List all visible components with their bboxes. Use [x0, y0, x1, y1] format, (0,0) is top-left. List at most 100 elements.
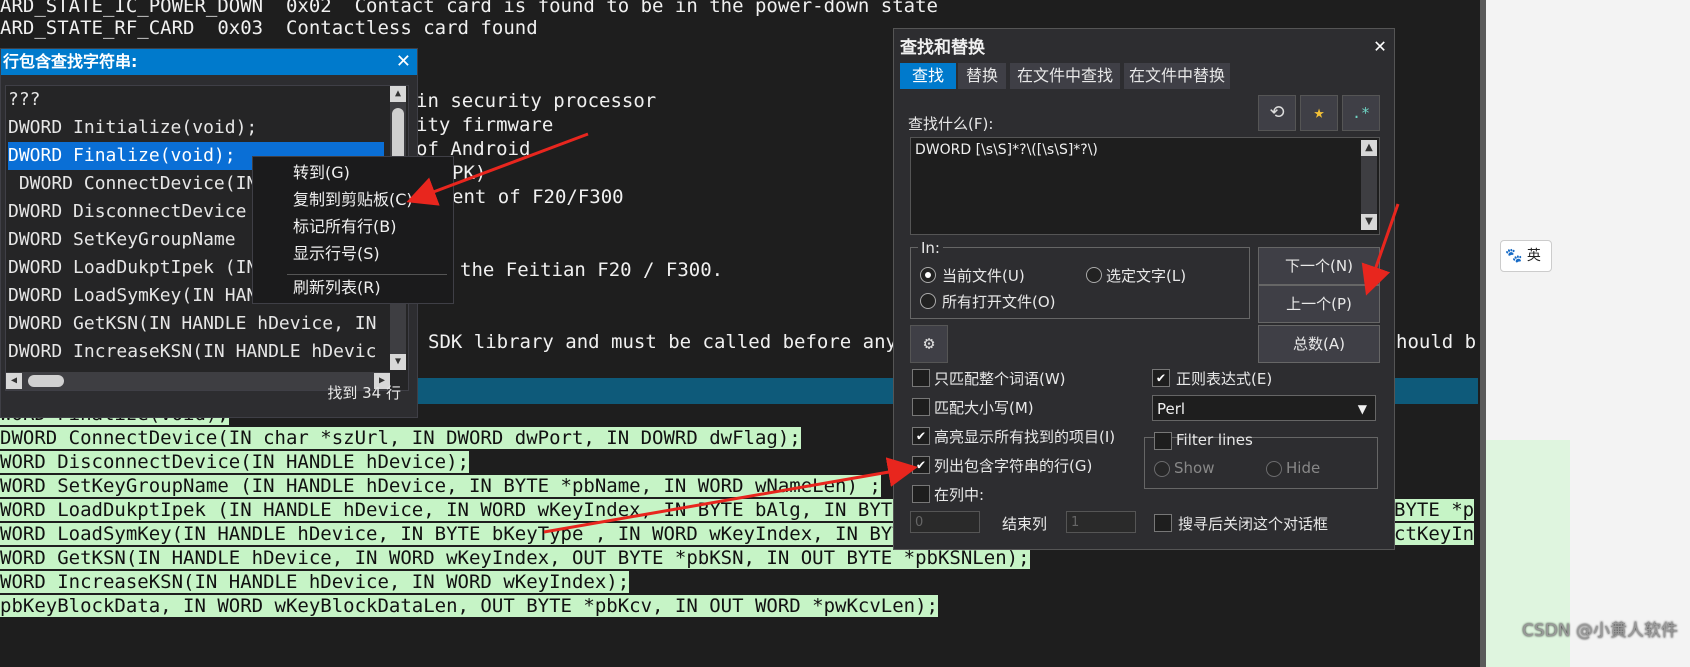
- highlight-all-label: 高亮显示所有找到的项目(I): [934, 428, 1116, 446]
- all-open-files-label: 所有打开文件(O): [942, 293, 1056, 311]
- history-icon[interactable]: ⟲: [1258, 95, 1296, 131]
- list-item[interactable]: DWORD DisconnectDevice: [8, 198, 246, 226]
- scroll-left-icon[interactable]: ◀: [6, 373, 22, 389]
- close-icon[interactable]: ✕: [1374, 33, 1386, 57]
- code-line: PK): [452, 162, 487, 184]
- close-icon[interactable]: ✕: [396, 49, 411, 75]
- ime-indicator[interactable]: 🐾 英: [1500, 240, 1552, 272]
- whole-word-label: 只匹配整个词语(W): [934, 370, 1066, 388]
- find-next-button[interactable]: 下一个(N): [1258, 247, 1380, 285]
- filter-hide-radio[interactable]: [1266, 461, 1282, 477]
- gear-icon[interactable]: ⚙: [910, 325, 948, 363]
- document-minimap[interactable]: [1480, 0, 1690, 667]
- list-item[interactable]: ???: [8, 86, 41, 114]
- highlighted-match: WORD LoadDukptIpek (IN HANDLE hDevice, I…: [0, 499, 927, 521]
- in-column-checkbox[interactable]: [912, 485, 930, 503]
- code-line: in security processor: [416, 90, 657, 112]
- highlighted-match: WORD GetKSN(IN HANDLE hDevice, IN WORD w…: [0, 547, 1030, 569]
- find-replace-dialog: 查找和替换 ✕ 查找 替换 在文件中查找 在文件中替换 查找什么(F): ⟲ ★…: [893, 28, 1395, 550]
- all-open-files-radio[interactable]: [920, 293, 936, 309]
- scroll-up-icon[interactable]: ▲: [1361, 140, 1377, 156]
- menu-item-goto[interactable]: 转到(G): [293, 160, 350, 185]
- code-line: the Feitian F20 / F300.: [460, 259, 724, 281]
- lines-panel-title: 行包含查找字符串:: [3, 52, 138, 71]
- highlighted-match: BYTE *p: [1394, 499, 1475, 521]
- regex-engine-select[interactable]: Perl ▼: [1152, 395, 1376, 421]
- list-lines-checkbox[interactable]: ✔: [912, 456, 930, 474]
- code-line: hould b: [1396, 331, 1477, 353]
- close-after-search-checkbox[interactable]: [1154, 514, 1172, 532]
- current-file-radio[interactable]: [920, 267, 936, 283]
- minimap-divider: [1480, 0, 1486, 667]
- end-column-label: 结束列: [1002, 515, 1048, 533]
- tab-find-in-files[interactable]: 在文件中查找: [1010, 63, 1120, 89]
- highlighted-match: WORD LoadSymKey(IN HANDLE hDevice, IN BY…: [0, 523, 916, 545]
- list-item[interactable]: DWORD SetKeyGroupName: [8, 226, 236, 254]
- lines-panel-titlebar[interactable]: 行包含查找字符串: ✕: [1, 49, 417, 75]
- filter-show-radio[interactable]: [1154, 461, 1170, 477]
- list-item[interactable]: DWORD GetKSN(IN HANDLE hDevice, IN: [8, 310, 376, 338]
- code-line: ARD_STATE_RF_CARD 0x03 Contactless card …: [0, 17, 538, 39]
- vertical-scrollbar[interactable]: ▲ ▼: [1361, 140, 1377, 230]
- highlighted-match: ctKeyIn: [1394, 523, 1475, 545]
- match-case-label: 匹配大小写(M): [934, 399, 1034, 417]
- menu-item-refresh-list[interactable]: 刷新列表(R): [293, 275, 381, 300]
- filter-hide-label: Hide: [1286, 459, 1321, 477]
- filter-show-label: Show: [1174, 459, 1215, 477]
- tab-replace[interactable]: 替换: [958, 63, 1006, 89]
- code-line: ent of F20/F300: [452, 186, 624, 208]
- highlighted-match: WORD IncreaseKSN(IN HANDLE hDevice, IN W…: [0, 571, 630, 593]
- in-scope-label: In:: [918, 239, 943, 257]
- find-previous-button[interactable]: 上一个(P): [1258, 285, 1380, 323]
- find-input-value: DWORD [\s\S]*?\([\s\S]*?\): [915, 142, 1098, 158]
- highlight-all-checkbox[interactable]: ✔: [912, 427, 930, 445]
- highlighted-match: WORD DisconnectDevice(IN HANDLE hDevice)…: [0, 451, 469, 473]
- highlighted-match: DWORD ConnectDevice(IN char *szUrl, IN D…: [0, 427, 801, 449]
- regex-checkbox[interactable]: ✔: [1152, 369, 1170, 387]
- selected-text-radio[interactable]: [1086, 267, 1102, 283]
- context-menu: 转到(G) 复制到剪贴板(C) 标记所有行(B) 显示行号(S) 刷新列表(R): [252, 156, 454, 304]
- ime-language-label: 英: [1526, 248, 1541, 264]
- whole-word-checkbox[interactable]: [912, 369, 930, 387]
- paw-icon: 🐾: [1505, 248, 1523, 264]
- in-column-label: 在列中:: [934, 486, 985, 504]
- list-item[interactable]: DWORD Initialize(void);: [8, 114, 257, 142]
- match-case-checkbox[interactable]: [912, 398, 930, 416]
- menu-item-mark-all-lines[interactable]: 标记所有行(B): [293, 214, 396, 239]
- list-item[interactable]: DWORD LoadSymKey(IN HAN: [8, 282, 257, 310]
- favorites-star-icon[interactable]: ★: [1300, 95, 1338, 131]
- regex-engine-value: Perl: [1157, 400, 1186, 418]
- filter-lines-label: Filter lines: [1176, 431, 1253, 449]
- regex-builder-icon[interactable]: .*: [1342, 95, 1380, 131]
- filter-lines-checkbox[interactable]: [1154, 432, 1172, 450]
- code-line: SDK library and must be called before an…: [428, 331, 897, 353]
- menu-item-show-line-numbers[interactable]: 显示行号(S): [293, 241, 380, 266]
- watermark: CSDN @小黄人软件: [1522, 621, 1678, 641]
- scroll-up-icon[interactable]: ▲: [390, 86, 406, 102]
- find-input[interactable]: DWORD [\s\S]*?\([\s\S]*?\) ▲ ▼: [910, 137, 1380, 235]
- scrollbar-thumb[interactable]: [28, 375, 64, 387]
- dialog-title: 查找和替换: [900, 38, 985, 58]
- column-end-input[interactable]: 1: [1066, 511, 1136, 533]
- regex-label: 正则表达式(E): [1176, 370, 1273, 388]
- chevron-down-icon: ▼: [1357, 402, 1367, 416]
- match-count: 找到 34 行: [327, 384, 401, 402]
- close-after-search-label: 搜寻后关闭这个对话框: [1178, 515, 1329, 533]
- column-start-input[interactable]: 0: [910, 511, 980, 533]
- highlighted-match: pbKeyBlockData, IN WORD wKeyBlockDataLen…: [0, 595, 938, 617]
- tab-replace-in-files[interactable]: 在文件中替换: [1124, 63, 1230, 89]
- menu-item-copy-to-clipboard[interactable]: 复制到剪贴板(C): [293, 187, 413, 212]
- count-all-button[interactable]: 总数(A): [1258, 325, 1380, 363]
- code-line: ity firmware: [416, 114, 554, 136]
- current-file-label: 当前文件(U): [942, 267, 1025, 285]
- selected-text-label: 选定文字(L): [1106, 267, 1187, 285]
- list-lines-label: 列出包含字符串的行(G): [934, 457, 1093, 475]
- list-item[interactable]: DWORD ConnectDevice(IN: [8, 170, 257, 198]
- scroll-down-icon[interactable]: ▼: [1361, 214, 1377, 230]
- scroll-down-icon[interactable]: ▼: [390, 354, 406, 370]
- list-item[interactable]: DWORD LoadDukptIpek (IN: [8, 254, 257, 282]
- tab-find[interactable]: 查找: [900, 63, 956, 89]
- find-what-label: 查找什么(F):: [908, 115, 994, 133]
- list-item[interactable]: DWORD IncreaseKSN(IN HANDLE hDevic: [8, 338, 376, 366]
- highlighted-match: WORD SetKeyGroupName (IN HANDLE hDevice,…: [0, 475, 881, 497]
